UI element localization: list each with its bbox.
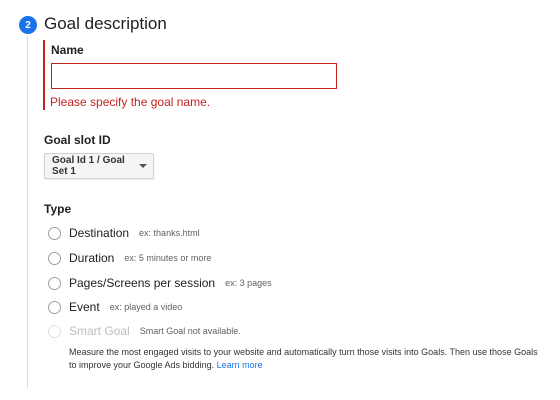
step-rail: [27, 36, 28, 388]
type-option-duration[interactable]: Duration ex: 5 minutes or more: [48, 251, 211, 265]
name-error-message: Please specify the goal name.: [50, 95, 211, 109]
option-hint: Smart Goal not available.: [139, 326, 241, 336]
option-hint: ex: played a video: [109, 302, 183, 312]
error-indicator-bar: [43, 40, 45, 110]
goal-slot-dropdown[interactable]: Goal Id 1 / Goal Set 1: [44, 153, 154, 179]
option-hint: ex: thanks.html: [139, 228, 200, 238]
type-option-destination[interactable]: Destination ex: thanks.html: [48, 226, 200, 240]
radio-event[interactable]: [48, 300, 61, 314]
option-label: Smart Goal: [69, 324, 130, 338]
type-label: Type: [44, 202, 72, 216]
option-label: Destination: [69, 226, 130, 240]
type-option-pages-screens[interactable]: Pages/Screens per session ex: 3 pages: [48, 276, 272, 290]
radio-duration[interactable]: [48, 251, 61, 265]
radio-pages-screens[interactable]: [48, 276, 61, 290]
option-hint: ex: 5 minutes or more: [124, 253, 212, 263]
smart-goal-description: Measure the most engaged visits to your …: [69, 346, 547, 372]
goal-slot-label: Goal slot ID: [44, 133, 111, 147]
type-option-smart-goal: Smart Goal Smart Goal not available.: [48, 324, 241, 338]
option-label: Duration: [69, 251, 115, 265]
option-label: Pages/Screens per session: [69, 276, 216, 290]
radio-destination[interactable]: [48, 226, 61, 240]
option-hint: ex: 3 pages: [225, 278, 272, 288]
chevron-down-icon: [139, 164, 147, 168]
step-title: Goal description: [44, 14, 167, 33]
option-label: Event: [69, 300, 100, 314]
name-label: Name: [51, 43, 84, 57]
learn-more-link[interactable]: Learn more: [217, 360, 263, 370]
radio-smart-goal: [48, 324, 61, 338]
step-number-badge: 2: [19, 16, 37, 34]
goal-slot-selected: Goal Id 1 / Goal Set 1: [52, 155, 125, 177]
goal-name-input[interactable]: [51, 63, 337, 89]
smart-goal-description-text: Measure the most engaged visits to your …: [69, 347, 538, 370]
type-option-event[interactable]: Event ex: played a video: [48, 300, 182, 314]
